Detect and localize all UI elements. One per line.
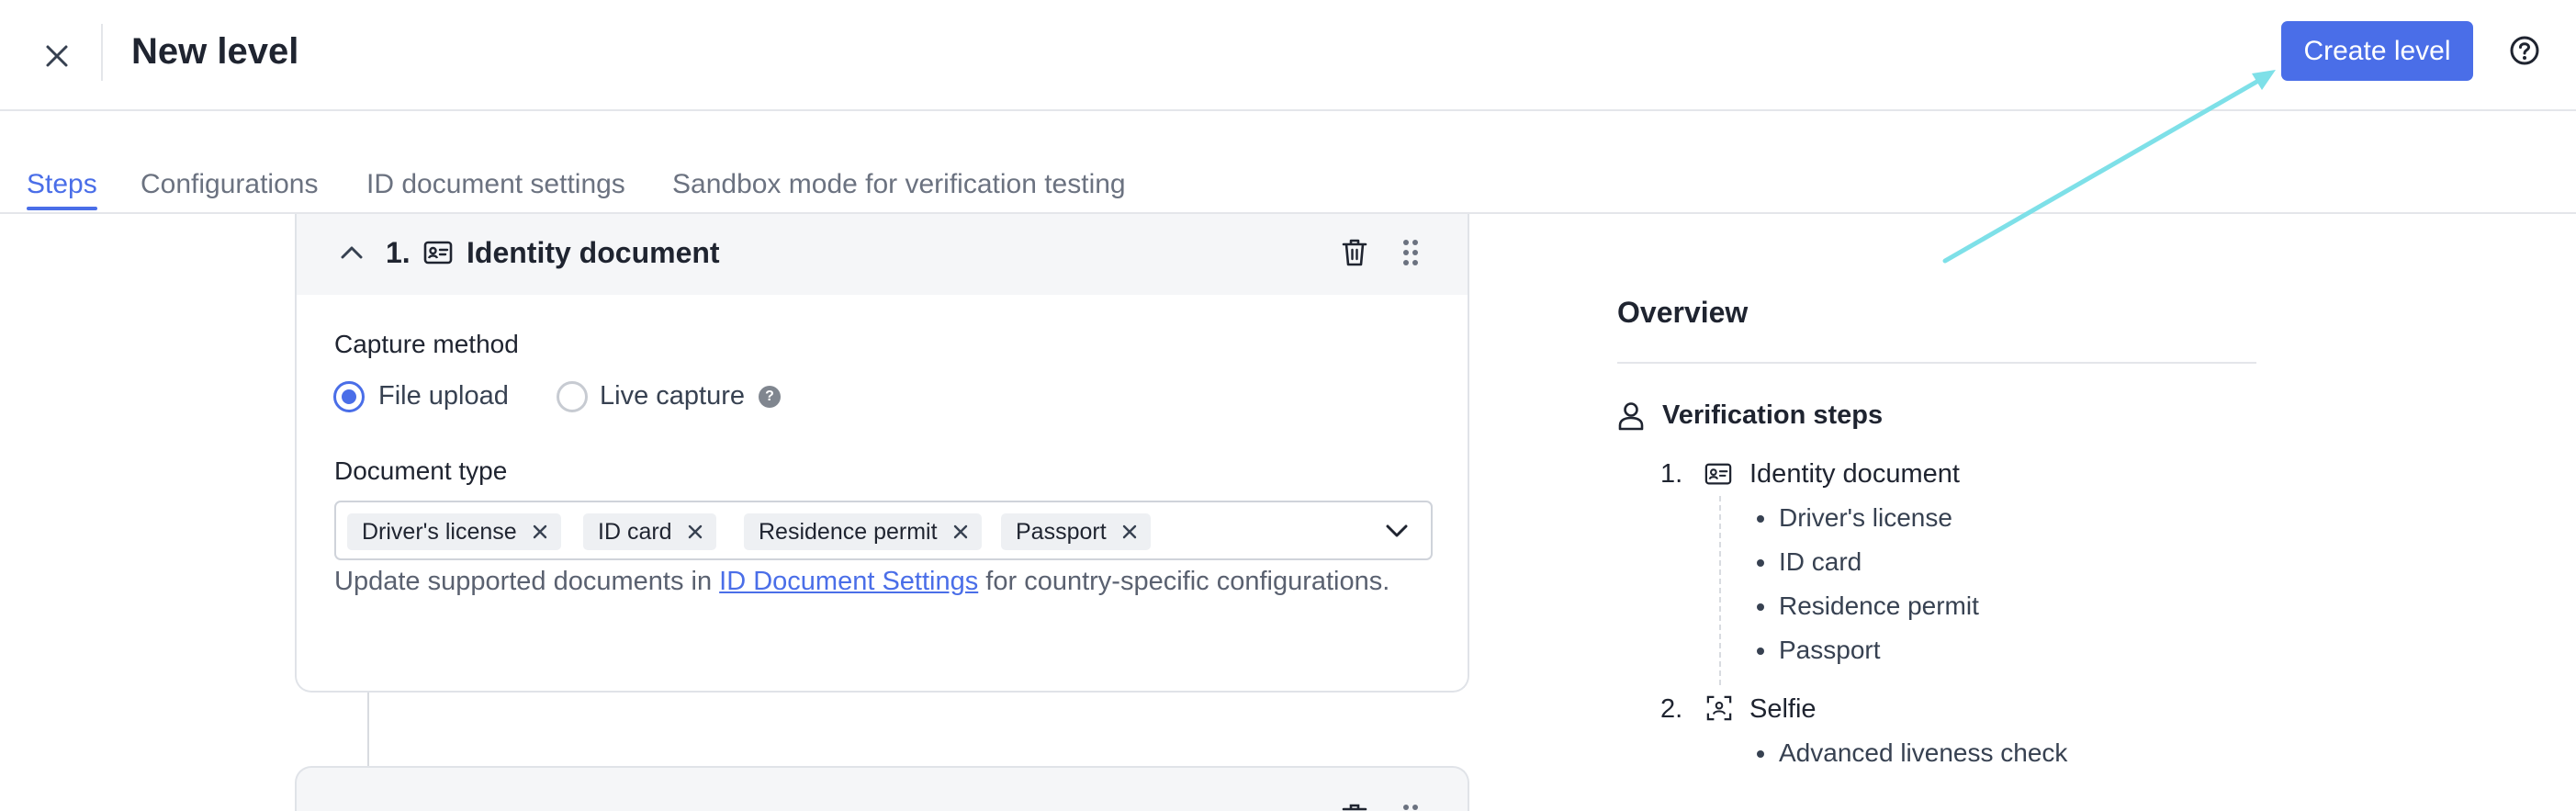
chip-id-card: ID card (583, 513, 716, 550)
delete-step-button[interactable] (1334, 232, 1375, 273)
radio-file-upload-label[interactable]: File upload (378, 377, 509, 414)
remove-chip-button[interactable] (951, 522, 971, 542)
create-level-button[interactable]: Create level (2281, 21, 2473, 81)
live-capture-help-icon[interactable]: ? (759, 386, 781, 408)
close-icon (688, 524, 702, 539)
remove-chip-button[interactable] (685, 522, 705, 542)
overview-list-item: Passport (1757, 630, 1881, 670)
close-icon (1122, 524, 1136, 539)
radio-file-upload[interactable] (333, 381, 365, 412)
document-type-select[interactable]: Driver's license ID card Residence permi… (334, 501, 1433, 560)
id-document-settings-link[interactable]: ID Document Settings (719, 567, 978, 596)
chevron-down-icon (1386, 524, 1408, 537)
step-number: 2. (386, 801, 411, 811)
capture-method-label: Capture method (334, 330, 519, 358)
top-header: New level Create level (0, 0, 2576, 111)
document-type-label: Document type (334, 456, 508, 485)
chip-residence-permit: Residence permit (744, 513, 982, 550)
person-icon (1618, 402, 1644, 431)
chip-label: Driver's license (362, 518, 517, 545)
step-card-identity-document: 1. Identity document Capture method File… (295, 214, 1469, 693)
drag-dots-icon (1403, 240, 1418, 265)
overview-list-item: Driver's license (1757, 498, 1952, 538)
step-card-header: 1. Identity document (297, 214, 1468, 295)
tab-sandbox-mode[interactable]: Sandbox mode for verification testing (672, 162, 1126, 208)
tab-configurations[interactable]: Configurations (141, 162, 318, 208)
chip-label: ID card (598, 518, 672, 545)
drag-dots-icon (1403, 805, 1418, 810)
overview-title: Overview (1617, 296, 1749, 329)
face-scan-icon (1706, 695, 1732, 721)
close-icon (953, 524, 967, 539)
overview-list-item: Residence permit (1757, 586, 1979, 626)
close-icon (533, 524, 546, 539)
verification-steps-heading: Verification steps (1662, 400, 1884, 430)
step-card-selfie[interactable]: 2. Selfie (295, 766, 1469, 811)
chip-drivers-license: Driver's license (347, 513, 561, 550)
close-button[interactable] (35, 34, 79, 78)
collapse-button[interactable] (333, 234, 370, 271)
document-settings-hint: Update supported documents in ID Documen… (334, 559, 1400, 603)
chip-passport: Passport (1001, 513, 1151, 550)
overview-list-item: Advanced liveness check (1756, 733, 2067, 773)
id-card-icon (423, 241, 453, 265)
delete-step-button[interactable] (1334, 803, 1375, 811)
remove-chip-button[interactable] (1119, 522, 1140, 542)
hint-text-suffix: for country-specific configurations. (978, 567, 1390, 596)
chip-label: Passport (1016, 518, 1107, 545)
remove-chip-button[interactable] (530, 522, 550, 542)
help-circle-icon (2510, 36, 2539, 65)
overview-step-number: 1. (1660, 459, 1683, 489)
id-card-icon (1704, 463, 1732, 485)
trash-icon (1342, 804, 1367, 811)
chip-label: Residence permit (759, 518, 938, 545)
page-title: New level (131, 31, 299, 72)
radio-live-capture-label[interactable]: Live capture (600, 377, 745, 414)
step-connector (367, 693, 369, 766)
hint-text-prefix: Update supported documents in (334, 567, 720, 596)
header-divider (101, 24, 103, 81)
close-icon (46, 45, 68, 67)
dropdown-toggle[interactable] (1383, 517, 1411, 545)
chevron-up-icon (341, 246, 363, 259)
tab-steps[interactable]: Steps (27, 162, 97, 210)
tab-bar: Steps Configurations ID document setting… (0, 162, 2576, 214)
step-title: Selfie (467, 801, 545, 811)
tab-id-document-settings[interactable]: ID document settings (366, 162, 625, 208)
help-button[interactable] (2507, 33, 2542, 68)
drag-handle[interactable] (1392, 803, 1429, 811)
overview-step-label: Selfie (1749, 694, 1817, 724)
drag-handle[interactable] (1392, 232, 1429, 273)
step-title: Identity document (467, 236, 720, 269)
overview-dashed-line (1719, 496, 1721, 685)
overview-list-item: ID card (1756, 542, 1862, 582)
trash-icon (1342, 239, 1367, 266)
overview-divider (1617, 362, 2256, 364)
radio-live-capture[interactable] (557, 381, 588, 412)
step-number: 1. (386, 236, 411, 269)
overview-step-number: 2. (1660, 694, 1683, 724)
overview-step-label: Identity document (1749, 459, 1960, 489)
